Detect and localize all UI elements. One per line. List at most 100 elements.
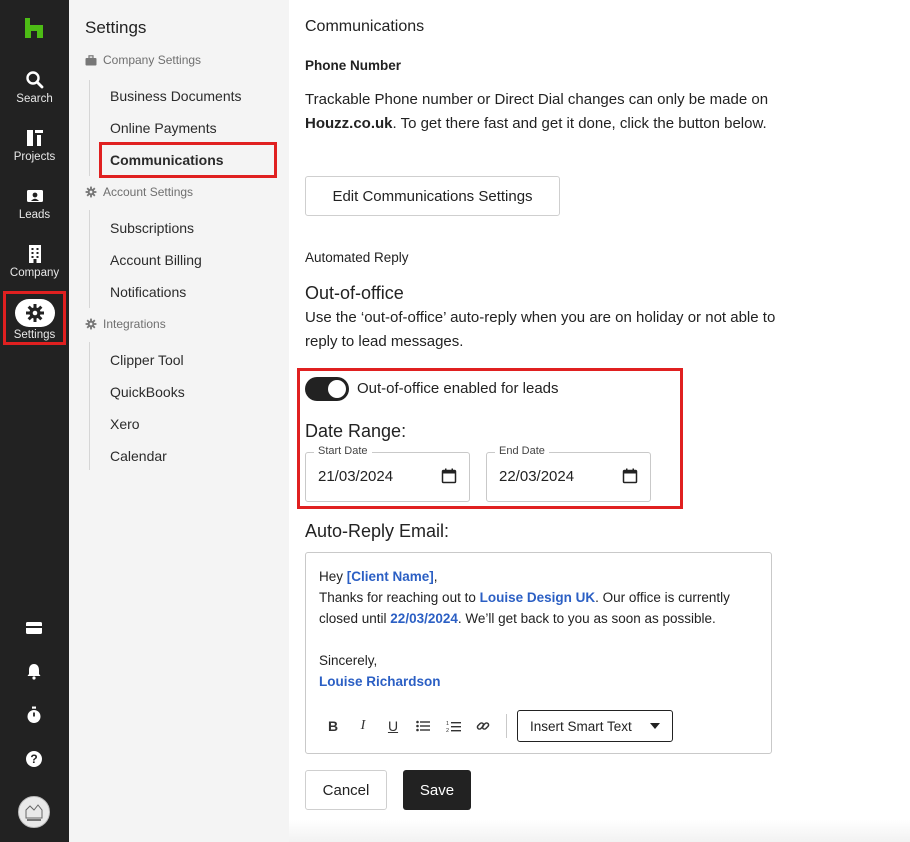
nav-item-business-documents[interactable]: Business Documents: [110, 88, 242, 104]
email-body[interactable]: Hey [Client Name], Thanks for reaching o…: [319, 566, 759, 692]
chevron-down-icon: [650, 723, 660, 729]
svg-text:1: 1: [446, 721, 449, 727]
email-signoff: Sincerely,: [319, 653, 378, 668]
group-integrations: Integrations: [85, 317, 166, 331]
out-of-office-toggle[interactable]: [305, 377, 349, 401]
page-title: Communications: [305, 18, 425, 35]
nav-item-xero[interactable]: Xero: [110, 416, 140, 432]
numbered-list-icon: 1 2: [446, 721, 461, 733]
avatar[interactable]: [18, 796, 50, 828]
rail-item-company[interactable]: Company: [0, 244, 69, 279]
timer-icon[interactable]: [24, 705, 44, 725]
greeting-end: ,: [433, 569, 438, 584]
search-icon: [25, 71, 43, 89]
nav-item-online-payments[interactable]: Online Payments: [110, 120, 217, 136]
calendar-icon[interactable]: [622, 468, 638, 484]
nav-item-calendar[interactable]: Calendar: [110, 448, 167, 464]
end-date-field[interactable]: End Date 22/03/2024: [486, 445, 651, 502]
phone-number-heading: Phone Number: [305, 58, 402, 73]
gear-icon: [85, 318, 97, 330]
inbox-icon[interactable]: [24, 618, 44, 638]
auto-reply-heading: Auto-Reply Email:: [305, 521, 450, 541]
rail-item-leads[interactable]: Leads: [0, 186, 69, 221]
editor-toolbar: B I U 1 2 Insert Smart Text: [320, 710, 673, 742]
automated-reply-heading: Automated Reply: [305, 250, 409, 265]
projects-icon: [26, 130, 43, 146]
edit-communications-button[interactable]: Edit Communications Settings: [305, 176, 560, 216]
help-icon[interactable]: ?: [24, 749, 44, 769]
end-date-label: End Date: [495, 445, 549, 457]
email-blank-line: [319, 629, 759, 650]
group-divider: [89, 80, 90, 176]
footer-fade: [289, 820, 910, 842]
nav-item-account-billing[interactable]: Account Billing: [110, 252, 202, 268]
italic-button[interactable]: I: [350, 713, 376, 739]
settings-active-pill: [14, 299, 55, 327]
nav-item-quickbooks[interactable]: QuickBooks: [110, 384, 185, 400]
rail-item-settings[interactable]: Settings: [0, 299, 69, 341]
out-of-office-text: Use the ‘out-of-office’ auto-reply when …: [305, 309, 776, 350]
bold-button[interactable]: B: [320, 713, 346, 739]
message-pre: Thanks for reaching out to: [319, 590, 480, 605]
smart-text-signature: Louise Richardson: [319, 674, 441, 689]
svg-text:2: 2: [446, 728, 449, 733]
rail-label-projects: Projects: [13, 151, 56, 163]
group-label-account: Account Settings: [103, 185, 194, 199]
rail-label-company: Company: [9, 267, 60, 279]
houzz-link-text: Houzz.co.uk: [305, 115, 393, 132]
settings-title: Settings: [85, 18, 147, 37]
nav-item-communications[interactable]: Communications: [110, 152, 224, 168]
numbered-list-button[interactable]: 1 2: [440, 713, 466, 739]
smart-text-client-name: [Client Name]: [346, 569, 434, 584]
out-of-office-heading: Out-of-office: [305, 283, 404, 303]
group-divider: [89, 342, 90, 470]
app-rail: Search Projects Leads Company Settings ?: [0, 0, 69, 842]
group-company-settings: Company Settings: [85, 53, 201, 67]
rail-item-projects[interactable]: Projects: [0, 128, 69, 163]
email-line-greeting: Hey [Client Name],: [319, 566, 759, 587]
briefcase-icon: [85, 54, 97, 65]
start-date-value: 21/03/2024: [318, 468, 394, 485]
rail-label-leads: Leads: [18, 209, 51, 221]
link-icon: [476, 722, 490, 730]
email-line-message: Thanks for reaching out to Louise Design…: [319, 587, 759, 629]
settings-nav: Settings Company Settings Business Docum…: [69, 0, 289, 842]
toggle-knob: [328, 380, 346, 398]
insert-smart-text-dropdown[interactable]: Insert Smart Text: [517, 710, 673, 742]
phone-text-post: . To get there fast and get it done, cli…: [392, 115, 767, 132]
auto-reply-editor[interactable]: Hey [Client Name], Thanks for reaching o…: [305, 552, 772, 754]
cancel-button[interactable]: Cancel: [305, 770, 387, 810]
date-range-heading: Date Range:: [305, 421, 407, 441]
gear-icon: [85, 186, 97, 198]
nav-item-subscriptions[interactable]: Subscriptions: [110, 220, 194, 236]
rail-label-search: Search: [16, 93, 53, 105]
start-date-label: Start Date: [314, 445, 372, 457]
rail-item-search[interactable]: Search: [0, 70, 69, 105]
group-account-settings: Account Settings: [85, 185, 193, 199]
underline-button[interactable]: U: [380, 713, 406, 739]
save-button[interactable]: Save: [403, 770, 471, 810]
greeting-text: Hey: [319, 569, 347, 584]
toggle-label: Out-of-office enabled for leads: [357, 380, 559, 397]
bullet-list-button[interactable]: [410, 713, 436, 739]
rail-label-settings: Settings: [13, 329, 56, 341]
calendar-icon[interactable]: [441, 468, 457, 484]
group-label-integrations: Integrations: [103, 317, 166, 331]
start-date-field[interactable]: Start Date 21/03/2024: [305, 445, 470, 502]
company-icon: [28, 245, 41, 263]
link-button[interactable]: [470, 713, 496, 739]
smart-text-company: Louise Design UK: [479, 590, 596, 605]
group-divider: [89, 210, 90, 308]
leads-icon: [26, 190, 43, 202]
bullet-list-icon: [416, 720, 430, 732]
group-label-company: Company Settings: [103, 53, 202, 67]
toolbar-divider: [506, 714, 507, 738]
smart-text-until-date: 22/03/2024: [390, 611, 458, 626]
nav-item-notifications[interactable]: Notifications: [110, 284, 186, 300]
bell-icon[interactable]: [24, 661, 44, 681]
main-content: Communications Phone Number Trackable Ph…: [289, 0, 910, 842]
end-date-value: 22/03/2024: [499, 468, 575, 485]
houzz-logo[interactable]: [25, 18, 43, 38]
gear-icon: [25, 304, 44, 322]
nav-item-clipper-tool[interactable]: Clipper Tool: [110, 352, 184, 368]
